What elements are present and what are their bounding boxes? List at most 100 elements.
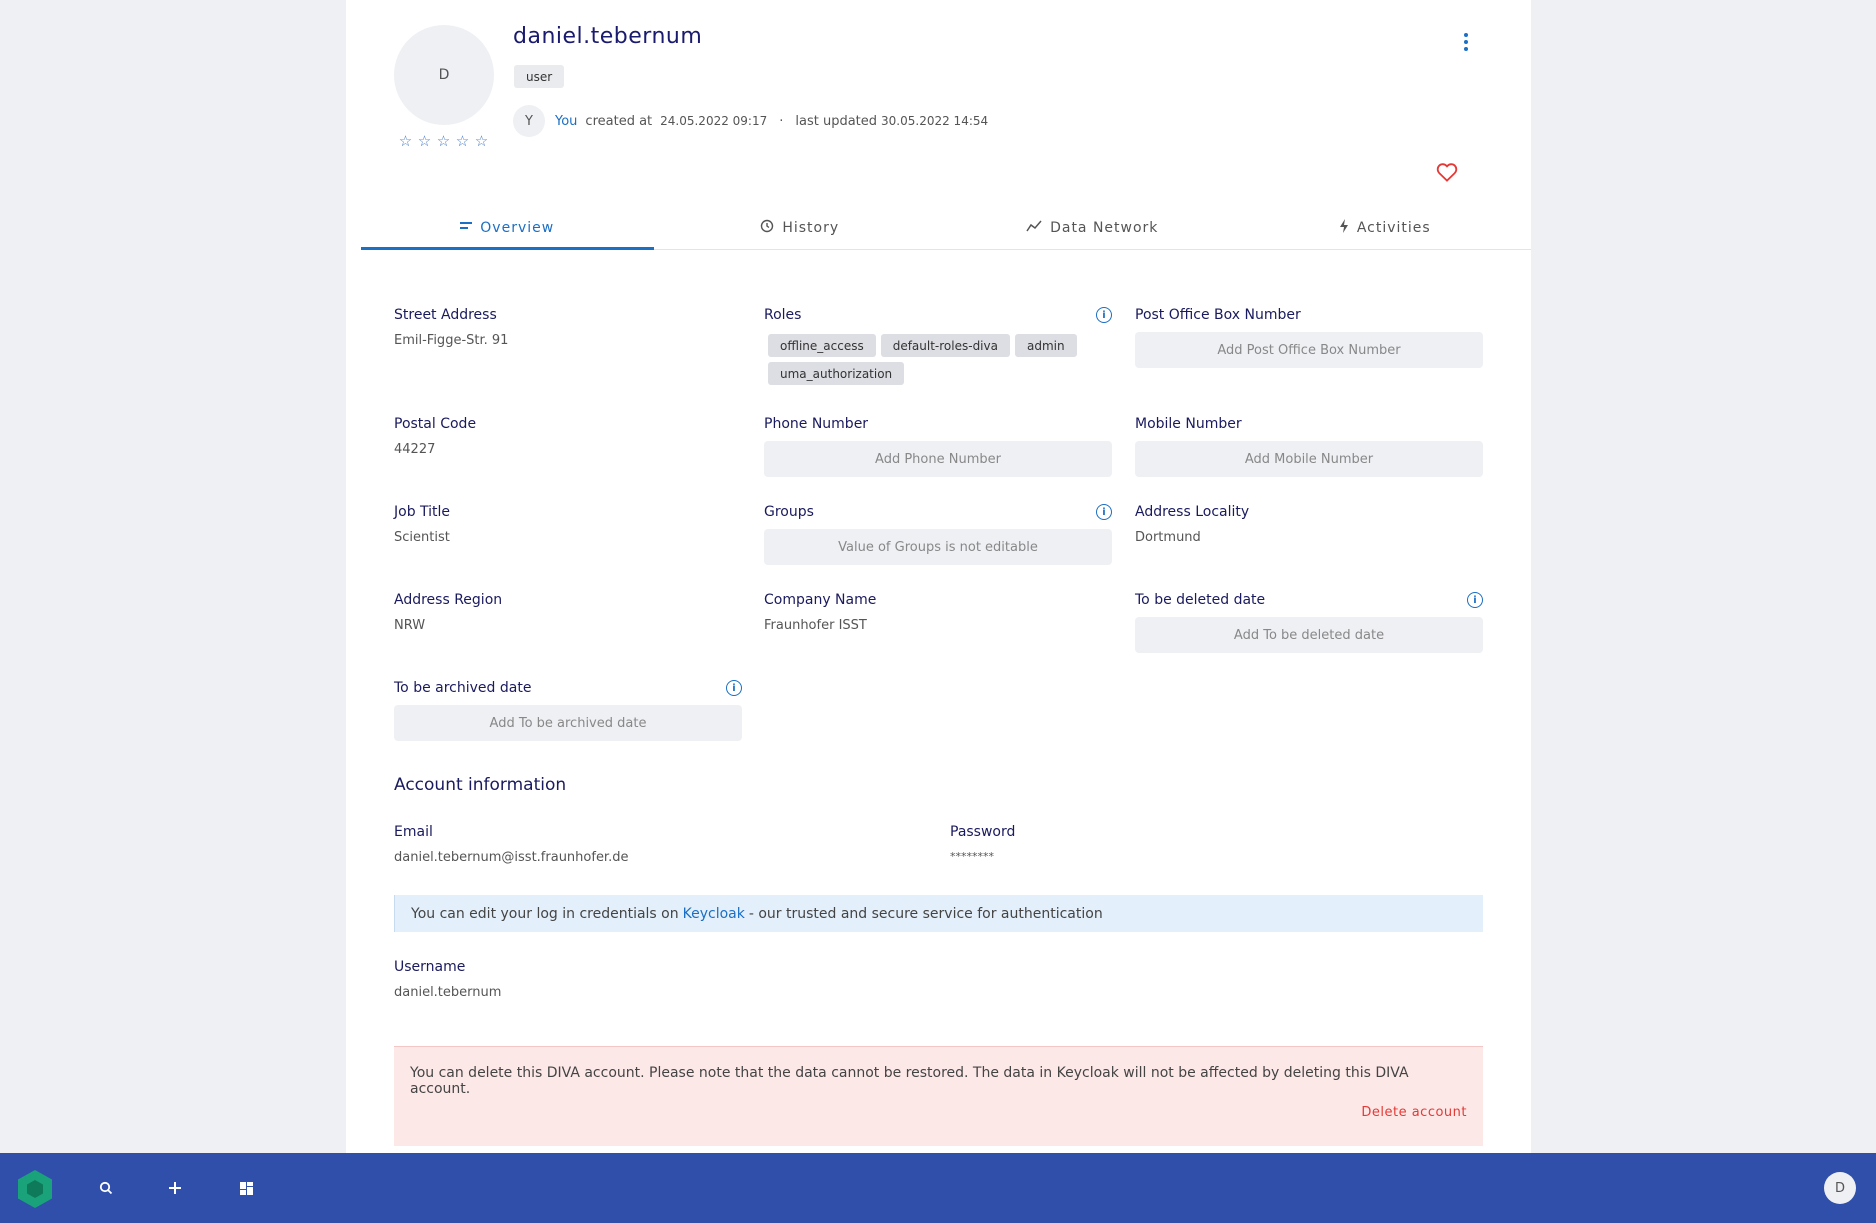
bolt-icon bbox=[1339, 218, 1349, 237]
role-chip: default-roles-diva bbox=[880, 334, 1010, 357]
groups-input: Value of Groups is not editable bbox=[764, 529, 1112, 565]
company-field: Company Name Fraunhofer ISST bbox=[764, 590, 1112, 633]
email-value: daniel.tebernum@isst.fraunhofer.de bbox=[394, 850, 629, 865]
star-icon[interactable]: ☆ bbox=[436, 134, 451, 149]
notice-text: You can edit your log in credentials on bbox=[411, 905, 679, 922]
info-icon[interactable]: i bbox=[1096, 504, 1112, 520]
postal-code-label: Postal Code bbox=[394, 416, 477, 432]
phone-input[interactable]: Add Phone Number bbox=[764, 441, 1112, 477]
username-label: Username bbox=[394, 959, 466, 975]
user-avatar: D bbox=[394, 25, 494, 125]
info-icon[interactable]: i bbox=[726, 680, 742, 696]
tab-data-network-label: Data Network bbox=[1050, 219, 1159, 236]
plus-icon[interactable] bbox=[162, 1175, 188, 1201]
info-icon[interactable]: i bbox=[1467, 592, 1483, 608]
roles-field: Roles i offline_access default-roles-div… bbox=[764, 305, 1112, 385]
creator-avatar: Y bbox=[513, 105, 545, 137]
company-value[interactable]: Fraunhofer ISST bbox=[764, 618, 1112, 633]
delete-date-field: To be deleted date i Add To be deleted d… bbox=[1135, 590, 1483, 653]
street-address-field: Street Address Emil-Figge-Str. 91 bbox=[394, 305, 742, 348]
archive-date-input[interactable]: Add To be archived date bbox=[394, 705, 742, 741]
po-box-field: Post Office Box Number Add Post Office B… bbox=[1135, 305, 1483, 368]
delete-date-input[interactable]: Add To be deleted date bbox=[1135, 617, 1483, 653]
email-field: Email daniel.tebernum@isst.fraunhofer.de bbox=[394, 822, 894, 865]
meta-separator: · bbox=[779, 113, 784, 129]
password-value: ******** bbox=[950, 850, 994, 863]
role-chip: admin bbox=[1014, 334, 1077, 357]
street-address-label: Street Address bbox=[394, 307, 497, 323]
keycloak-notice: You can edit your log in credentials on … bbox=[394, 895, 1483, 932]
tab-activities[interactable]: Activities bbox=[1239, 206, 1532, 249]
company-label: Company Name bbox=[764, 592, 877, 608]
account-section-title: Account information bbox=[394, 775, 567, 795]
star-icon[interactable]: ☆ bbox=[474, 134, 489, 149]
rating-stars[interactable]: ☆ ☆ ☆ ☆ ☆ bbox=[398, 134, 489, 149]
updated-date: 30.05.2022 14:54 bbox=[881, 114, 989, 128]
user-avatar-initial: D bbox=[438, 67, 450, 83]
username-field: Username daniel.tebernum bbox=[394, 957, 894, 1000]
user-profile-card: D ☆ ☆ ☆ ☆ ☆ daniel.tebernum user Y You c… bbox=[346, 0, 1531, 1153]
tab-activities-label: Activities bbox=[1356, 219, 1431, 236]
delete-account-panel: You can delete this DIVA account. Please… bbox=[394, 1046, 1483, 1146]
mobile-label: Mobile Number bbox=[1135, 416, 1242, 432]
archive-date-label: To be archived date bbox=[394, 680, 532, 696]
po-box-input[interactable]: Add Post Office Box Number bbox=[1135, 332, 1483, 368]
region-value[interactable]: NRW bbox=[394, 618, 742, 633]
password-field: Password ******** bbox=[950, 822, 1350, 863]
account-avatar[interactable]: D bbox=[1824, 1172, 1856, 1204]
star-icon[interactable]: ☆ bbox=[455, 134, 470, 149]
tab-overview-label: Overview bbox=[480, 219, 555, 236]
search-icon[interactable] bbox=[93, 1175, 119, 1201]
account-avatar-initial: D bbox=[1834, 1180, 1845, 1196]
groups-field: Groups i Value of Groups is not editable bbox=[764, 502, 1112, 565]
delete-account-button[interactable]: Delete account bbox=[1361, 1105, 1467, 1120]
info-icon[interactable]: i bbox=[1096, 307, 1112, 323]
overview-icon bbox=[460, 220, 473, 235]
dashboard-icon[interactable] bbox=[233, 1175, 259, 1201]
updated-label: last updated bbox=[795, 113, 878, 129]
roles-label: Roles bbox=[764, 307, 802, 323]
notice-text-end: - our trusted and secure service for aut… bbox=[748, 905, 1103, 922]
role-chip: offline_access bbox=[768, 334, 876, 357]
postal-code-field: Postal Code 44227 bbox=[394, 414, 742, 457]
tab-data-network[interactable]: Data Network bbox=[946, 206, 1239, 249]
delete-warning-text: You can delete this DIVA account. Please… bbox=[410, 1065, 1409, 1097]
tab-bar: Overview History Data Network Activities bbox=[361, 206, 1531, 250]
postal-code-value[interactable]: 44227 bbox=[394, 442, 742, 457]
locality-field: Address Locality Dortmund bbox=[1135, 502, 1483, 545]
locality-value[interactable]: Dortmund bbox=[1135, 530, 1483, 545]
creator-link[interactable]: You bbox=[555, 114, 577, 129]
more-options-icon[interactable] bbox=[1456, 30, 1476, 54]
po-box-label: Post Office Box Number bbox=[1135, 307, 1301, 323]
page-title: daniel.tebernum bbox=[513, 24, 703, 49]
roles-list: offline_access default-roles-diva admin … bbox=[764, 334, 1084, 385]
tab-history-label: History bbox=[782, 219, 840, 236]
star-icon[interactable]: ☆ bbox=[398, 134, 413, 149]
street-address-value[interactable]: Emil-Figge-Str. 91 bbox=[394, 333, 742, 348]
diva-logo-icon[interactable] bbox=[15, 1169, 55, 1209]
delete-date-label: To be deleted date bbox=[1135, 592, 1266, 608]
favorite-heart-icon[interactable] bbox=[1436, 162, 1458, 186]
job-title-label: Job Title bbox=[394, 504, 451, 520]
locality-label: Address Locality bbox=[1135, 504, 1250, 520]
username-value: daniel.tebernum bbox=[394, 985, 502, 1000]
job-title-value[interactable]: Scientist bbox=[394, 530, 742, 545]
region-label: Address Region bbox=[394, 592, 503, 608]
role-chip: user bbox=[514, 65, 565, 88]
region-field: Address Region NRW bbox=[394, 590, 742, 633]
bottom-navigation-bar: D bbox=[0, 1153, 1876, 1223]
mobile-field: Mobile Number Add Mobile Number bbox=[1135, 414, 1483, 477]
star-icon[interactable]: ☆ bbox=[417, 134, 432, 149]
created-date: 24.05.2022 09:17 bbox=[660, 114, 768, 128]
creation-meta: Y You created at 24.05.2022 09:17 · last… bbox=[513, 105, 988, 137]
mobile-input[interactable]: Add Mobile Number bbox=[1135, 441, 1483, 477]
history-icon bbox=[760, 219, 774, 237]
tab-overview[interactable]: Overview bbox=[361, 206, 654, 250]
password-label: Password bbox=[950, 824, 1016, 840]
groups-label: Groups bbox=[764, 504, 814, 520]
role-chip: uma_authorization bbox=[768, 362, 905, 385]
email-label: Email bbox=[394, 824, 433, 840]
job-title-field: Job Title Scientist bbox=[394, 502, 742, 545]
tab-history[interactable]: History bbox=[654, 206, 947, 249]
keycloak-link[interactable]: Keycloak bbox=[683, 906, 745, 922]
